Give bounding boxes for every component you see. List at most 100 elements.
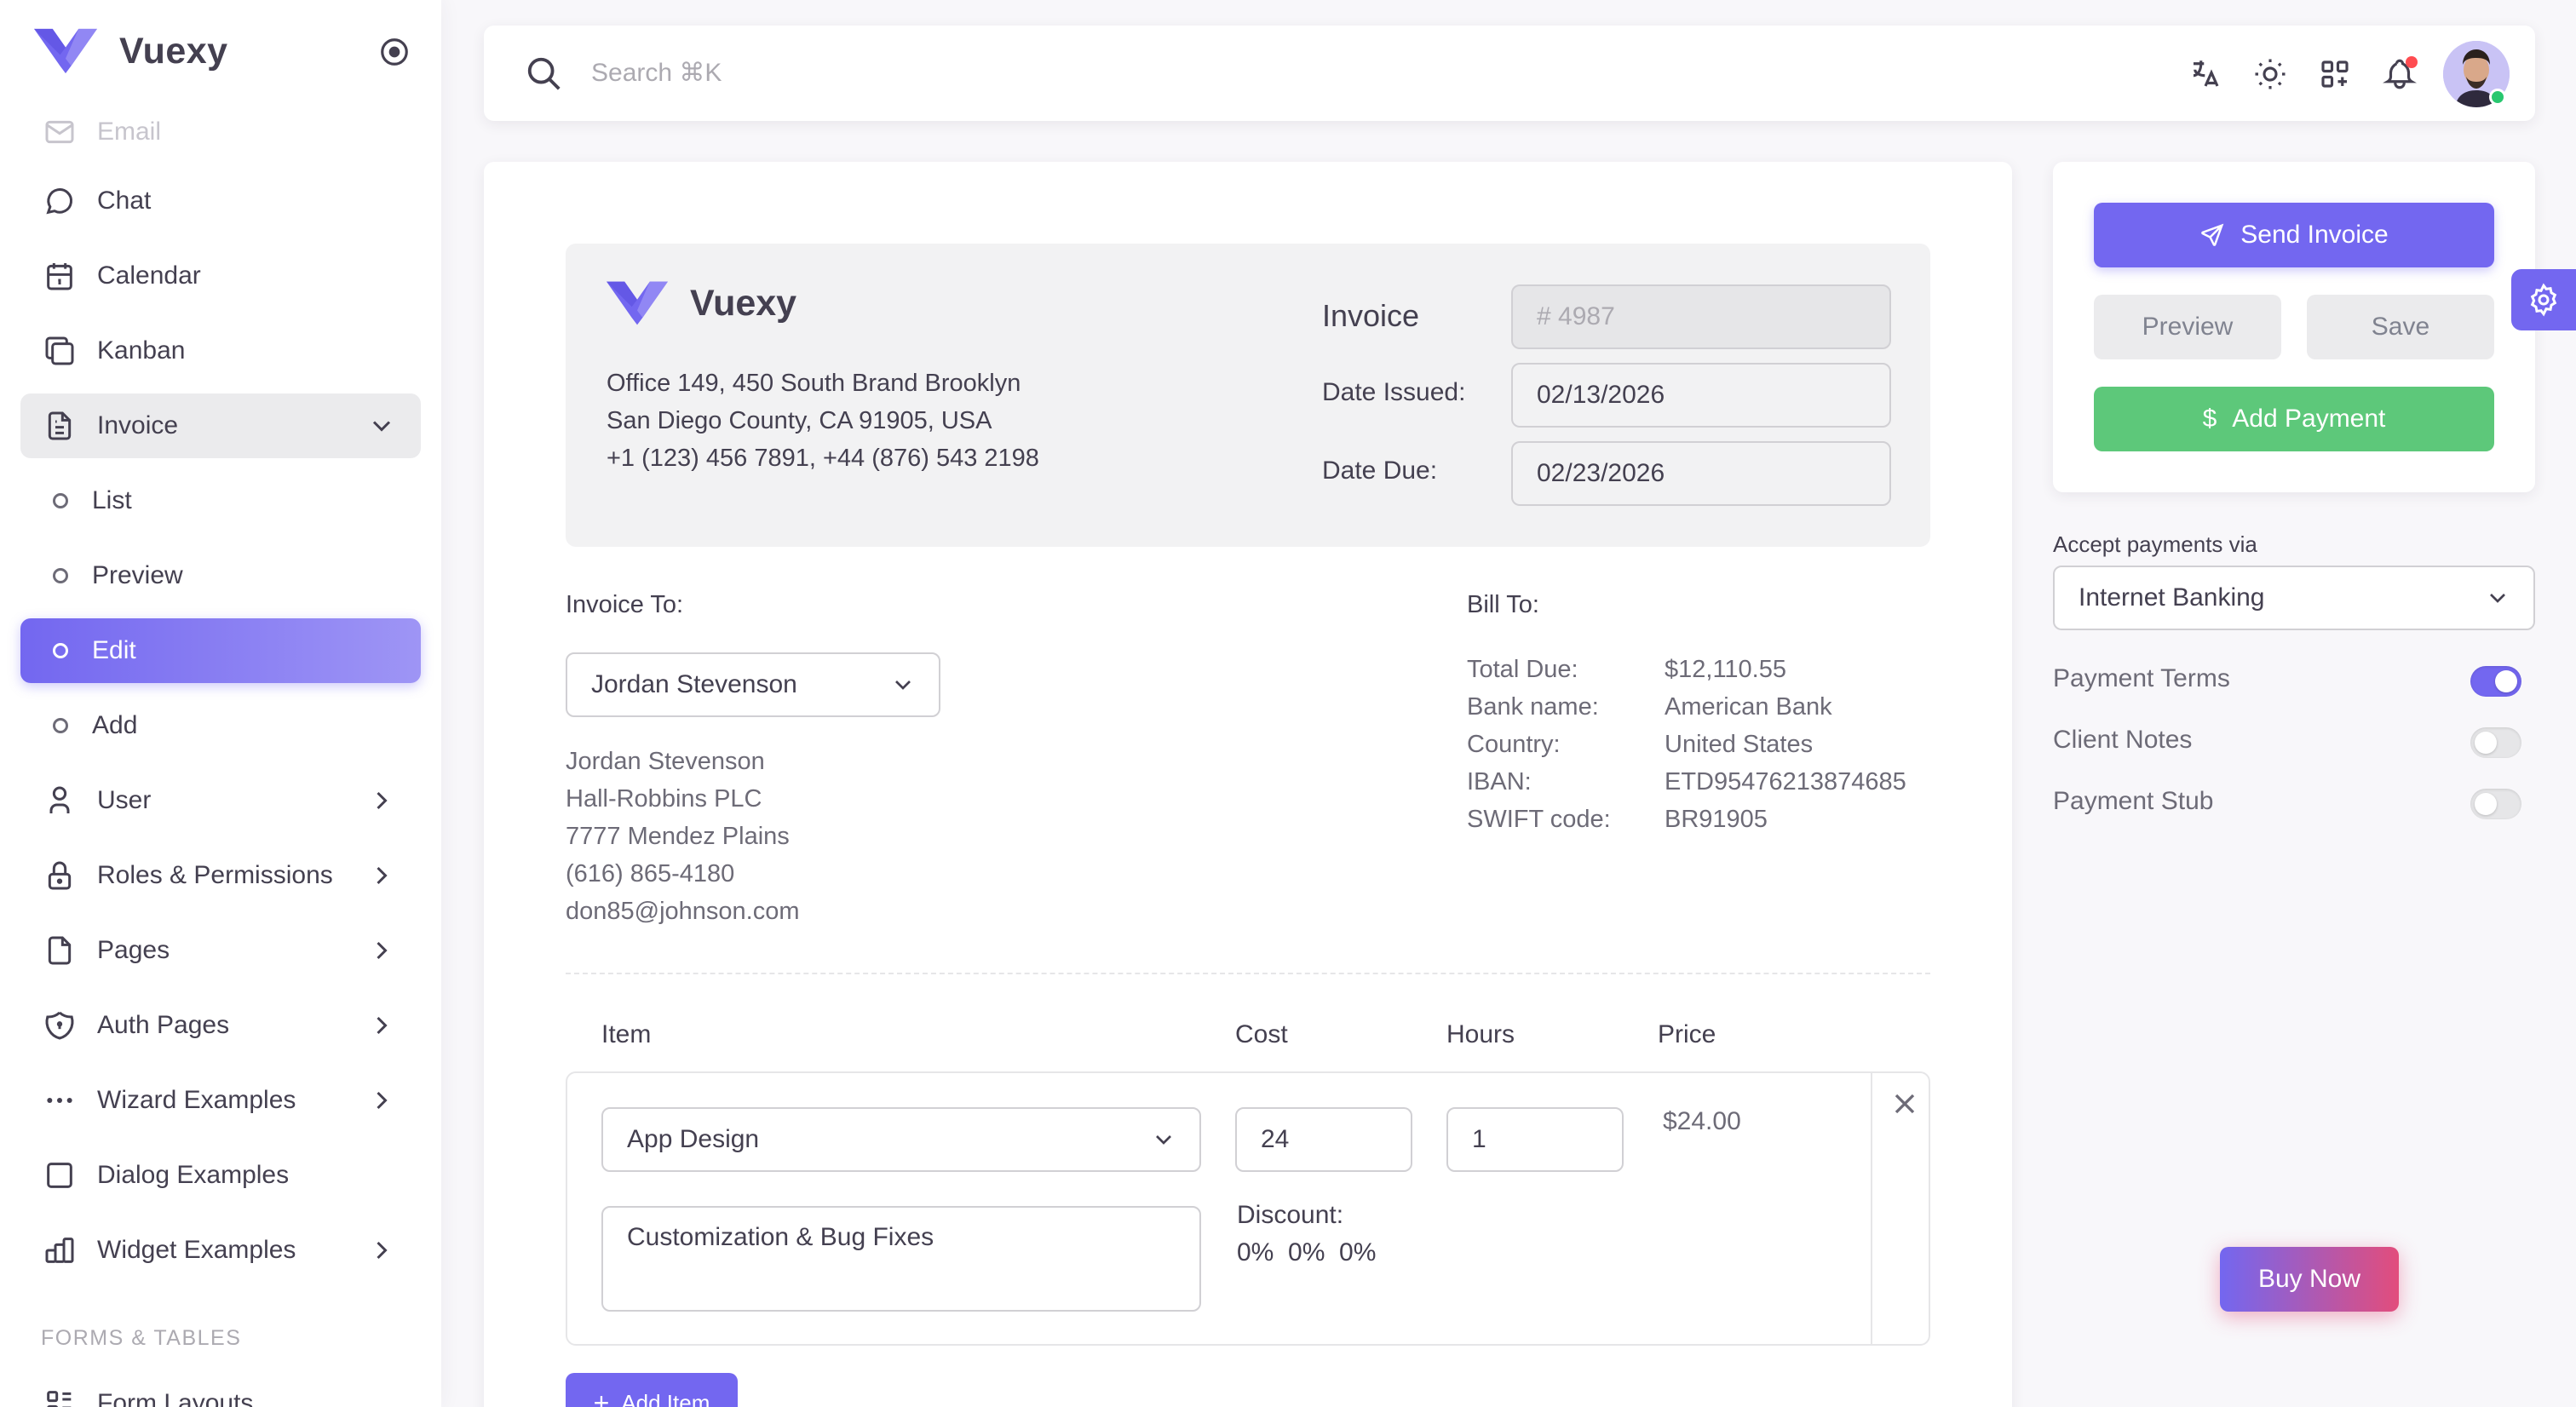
- chevron-right-icon: [377, 1091, 388, 1110]
- client-name: Jordan Stevenson: [566, 748, 765, 775]
- sidebar-item-chat[interactable]: Chat: [20, 169, 421, 233]
- lock-icon: [48, 861, 72, 890]
- sun-icon[interactable]: [2252, 56, 2288, 92]
- sidebar-item-email[interactable]: Email: [20, 106, 421, 158]
- invoice-brand: Vuexy: [607, 281, 796, 325]
- column-header-item: Item: [601, 1020, 652, 1048]
- invoice-header: Vuexy Office 149, 450 South Brand Brookl…: [566, 244, 1930, 547]
- client-company: Hall-Robbins PLC: [566, 785, 762, 813]
- add-payment-label: Add Payment: [2232, 405, 2386, 433]
- client-notes-toggle[interactable]: [2470, 727, 2521, 758]
- save-button[interactable]: Save: [2307, 295, 2494, 359]
- shortcuts-grid-icon[interactable]: [2317, 56, 2353, 92]
- chevron-right-icon: [377, 866, 388, 885]
- invoice-line-item: App Design Customization & Bug Fixes 24 …: [566, 1071, 1930, 1346]
- sidebar-item-label: Calendar: [97, 261, 201, 290]
- sidebar-item-label: Add: [92, 711, 138, 739]
- chevron-down-icon: [895, 681, 911, 690]
- payment-stub-label: Payment Stub: [2053, 787, 2214, 815]
- discount-values[interactable]: 0% 0% 0%: [1237, 1238, 1376, 1267]
- top-navbar: [484, 26, 2535, 121]
- chevron-down-icon: [1156, 1135, 1171, 1145]
- accept-payments-label: Accept payments via: [2053, 531, 2257, 557]
- sidebar-nav: Email Chat Calendar Kanban Invoice List …: [20, 106, 421, 1293]
- cost-input[interactable]: 24: [1235, 1107, 1412, 1172]
- client-select[interactable]: Jordan Stevenson: [566, 652, 940, 717]
- item-select[interactable]: App Design: [601, 1107, 1201, 1172]
- mail-icon: [45, 120, 74, 144]
- sidebar-item-wizard-examples[interactable]: Wizard Examples: [20, 1068, 421, 1133]
- sidebar-item-label: Roles & Permissions: [97, 861, 333, 889]
- company-address-line: San Diego County, CA 91905, USA: [607, 407, 992, 434]
- date-issued-label: Date Issued:: [1322, 378, 1466, 406]
- sidebar-item-add[interactable]: Add: [20, 693, 421, 758]
- sidebar-item-label: List: [92, 486, 132, 514]
- customizer-toggle[interactable]: [2511, 269, 2576, 330]
- language-icon[interactable]: [2188, 56, 2223, 92]
- sidebar-item-label: Wizard Examples: [97, 1086, 296, 1114]
- sidebar-item-form-layouts[interactable]: Form Layouts: [43, 1387, 253, 1407]
- sidebar-item-calendar[interactable]: Calendar: [20, 244, 421, 308]
- discount-label: Discount:: [1237, 1201, 1344, 1229]
- payment-terms-row: Payment Terms: [2053, 664, 2535, 698]
- add-payment-button[interactable]: $ Add Payment: [2094, 387, 2494, 451]
- brand[interactable]: Vuexy: [34, 27, 228, 75]
- add-item-label: Add Item: [621, 1389, 710, 1407]
- payment-method-value: Internet Banking: [2079, 583, 2265, 612]
- sidebar-item-dialog-examples[interactable]: Dialog Examples: [20, 1143, 421, 1208]
- sidebar-item-kanban[interactable]: Kanban: [20, 319, 421, 383]
- sidebar-item-widget-examples[interactable]: Widget Examples: [20, 1218, 421, 1283]
- calendar-icon: [47, 263, 72, 290]
- company-address-line: Office 149, 450 South Brand Brooklyn: [607, 370, 1021, 397]
- circle-icon: [53, 568, 68, 583]
- line-item-divider: [1871, 1073, 1872, 1344]
- sidebar-item-auth-pages[interactable]: Auth Pages: [20, 993, 421, 1058]
- bill-to-key: IBAN:: [1467, 768, 1532, 795]
- vuexy-logo: [607, 281, 668, 325]
- chat-icon: [46, 188, 73, 215]
- invoice-label: Invoice: [1322, 298, 1420, 333]
- shield-icon: [45, 1011, 74, 1040]
- sidebar-item-roles-permissions[interactable]: Roles & Permissions: [20, 843, 421, 908]
- search-icon[interactable]: [525, 55, 564, 94]
- add-item-button[interactable]: + Add Item: [566, 1373, 738, 1407]
- chevron-down-icon: [372, 421, 391, 432]
- sidebar-item-label: Kanban: [97, 336, 186, 365]
- bill-to-value: United States: [1665, 731, 1814, 758]
- item-description-textarea[interactable]: Customization & Bug Fixes: [601, 1206, 1201, 1312]
- sidebar-item-pages[interactable]: Pages: [20, 918, 421, 983]
- company-phone: +1 (123) 456 7891, +44 (876) 543 2198: [607, 445, 1039, 472]
- date-due-field[interactable]: 02/23/2026: [1511, 441, 1891, 506]
- buy-now-button[interactable]: Buy Now: [2220, 1247, 2399, 1312]
- sidebar-item-user[interactable]: User: [20, 768, 421, 833]
- brand-name: Vuexy: [119, 30, 228, 72]
- item-select-value: App Design: [627, 1125, 760, 1153]
- bill-to-key: Total Due:: [1467, 656, 1578, 683]
- invoice-edit-card: Vuexy Office 149, 450 South Brand Brookl…: [484, 162, 2012, 1407]
- sidebar-item-invoice[interactable]: Invoice: [20, 393, 421, 458]
- bill-to-key: Bank name:: [1467, 693, 1599, 721]
- hours-input[interactable]: 1: [1446, 1107, 1624, 1172]
- date-issued-field[interactable]: 02/13/2026: [1511, 363, 1891, 428]
- invoice-actions-card: Send Invoice Preview Save $ Add Payment: [2053, 162, 2535, 492]
- chevron-right-icon: [377, 941, 388, 960]
- user-icon: [49, 786, 70, 813]
- payment-method-select[interactable]: Internet Banking: [2053, 566, 2535, 630]
- client-email: don85@johnson.com: [566, 898, 800, 925]
- sidebar-item-label: Edit: [92, 636, 136, 664]
- radio-circle-icon[interactable]: [378, 36, 411, 68]
- preview-button[interactable]: Preview: [2094, 295, 2281, 359]
- client-address: 7777 Mendez Plains: [566, 823, 790, 850]
- search-input[interactable]: [591, 53, 1358, 94]
- send-icon: [2201, 223, 2224, 246]
- payment-terms-toggle[interactable]: [2470, 666, 2521, 697]
- sidebar-item-preview[interactable]: Preview: [20, 543, 421, 608]
- column-header-hours: Hours: [1446, 1020, 1515, 1048]
- send-invoice-button[interactable]: Send Invoice: [2094, 203, 2494, 267]
- close-icon[interactable]: [1888, 1087, 1922, 1121]
- payment-stub-toggle[interactable]: [2470, 789, 2521, 819]
- layout-icon: [47, 1391, 72, 1407]
- sidebar-item-edit[interactable]: Edit: [20, 618, 421, 683]
- client-phone: (616) 865-4180: [566, 860, 735, 887]
- sidebar-item-list[interactable]: List: [20, 468, 421, 533]
